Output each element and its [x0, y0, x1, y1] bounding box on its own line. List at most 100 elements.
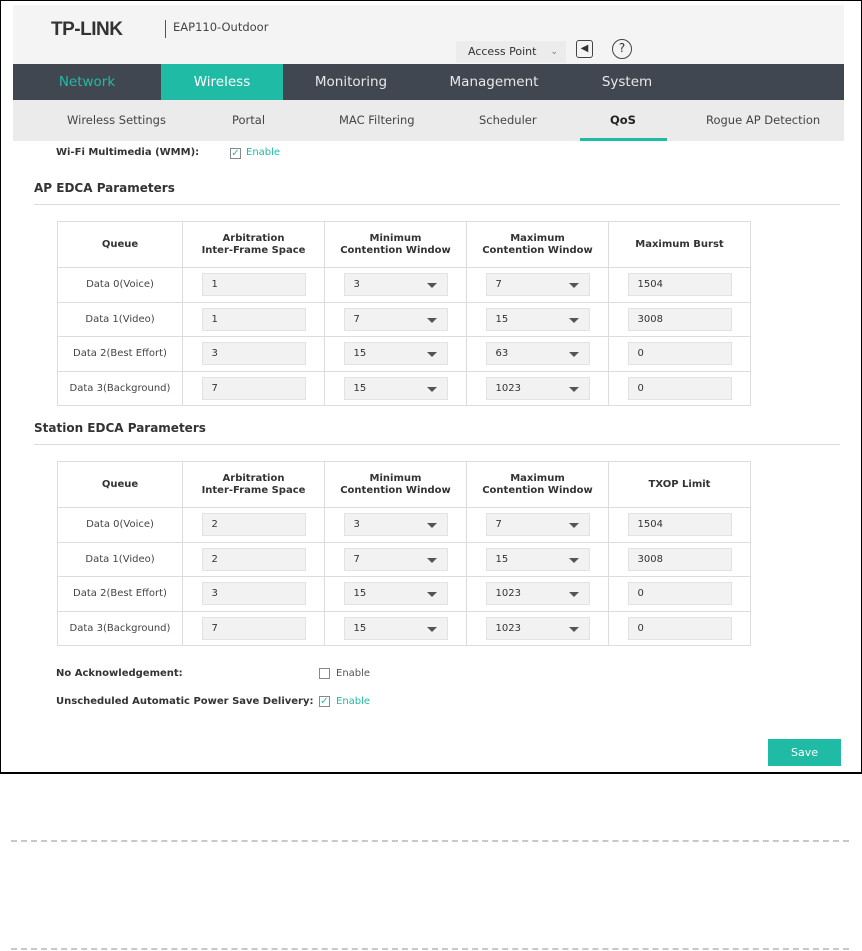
table-cell: 2 [182, 541, 325, 577]
dropdown-arrow-icon [426, 592, 437, 598]
dropdown-arrow-icon [426, 283, 437, 289]
subtab-portal[interactable]: Portal [232, 113, 265, 127]
tab-wireless[interactable]: Wireless [161, 64, 283, 100]
aifs-input[interactable]: 7 [201, 376, 306, 400]
min-cw-select[interactable]: 15 [343, 582, 448, 606]
aifs-input[interactable]: 3 [201, 342, 306, 366]
txop-limit-input[interactable]: 1504 [627, 513, 732, 537]
subtab-mac-filtering[interactable]: MAC Filtering [339, 113, 415, 127]
divider [34, 444, 840, 445]
aifs-input[interactable]: 1 [201, 273, 306, 297]
dropdown-arrow-icon [568, 317, 579, 323]
tab-monitoring[interactable]: Monitoring [283, 64, 419, 100]
max-cw-select[interactable]: 63 [485, 342, 590, 366]
table-row: Data 2(Best Effort) 3 15 1023 0 [57, 576, 751, 612]
wmm-checkbox[interactable]: ✓ [230, 148, 241, 159]
no-ack-label: No Acknowledgement: [56, 668, 183, 679]
divider [11, 948, 849, 950]
max-burst-input[interactable]: 0 [627, 376, 732, 400]
subtab-wireless-settings[interactable]: Wireless Settings [67, 113, 166, 127]
ap-edca-table: Queue Arbitration Inter-Frame Space Minimu… [57, 221, 751, 406]
field-value: 0 [637, 348, 644, 360]
txop-limit-input[interactable]: 0 [627, 616, 732, 640]
max-cw-select[interactable]: 15 [485, 307, 590, 331]
help-icon[interactable]: ? [612, 39, 632, 59]
column-header: Minimum Contention Window [324, 461, 467, 508]
max-burst-input[interactable]: 3008 [627, 307, 732, 331]
field-value: 7 [353, 553, 360, 565]
min-cw-select[interactable]: 3 [343, 273, 448, 297]
mode-select[interactable]: Access Point ⌄ [456, 41, 566, 63]
min-cw-select[interactable]: 15 [343, 616, 448, 640]
max-cw-select[interactable]: 1023 [485, 616, 590, 640]
tab-management[interactable]: Management [419, 64, 569, 100]
min-cw-select[interactable]: 7 [343, 547, 448, 571]
table-cell: 0 [608, 576, 751, 612]
wmm-label: Wi-Fi Multimedia (WMM): [56, 147, 200, 158]
max-cw-select[interactable]: 7 [485, 513, 590, 537]
field-value: 0 [637, 622, 644, 634]
field-value: 3 [211, 588, 218, 600]
station-edca-table: Queue Arbitration Inter-Frame Space Minimu… [57, 461, 751, 646]
aifs-input[interactable]: 1 [201, 307, 306, 331]
field-value: 7 [353, 313, 360, 325]
field-value: 0 [637, 382, 644, 394]
subtab-qos[interactable]: QoS [610, 113, 636, 127]
max-cw-select[interactable]: 7 [485, 273, 590, 297]
min-cw-select[interactable]: 7 [343, 307, 448, 331]
field-value: 15 [495, 553, 509, 565]
field-value: 3 [211, 348, 218, 360]
dropdown-arrow-icon [568, 386, 579, 392]
no-ack-checkbox[interactable] [319, 668, 330, 679]
table-header-row: Queue Arbitration Inter-Frame Space Minimu… [57, 221, 751, 268]
aifs-input[interactable]: 7 [201, 616, 306, 640]
field-value: 15 [353, 588, 367, 600]
aifs-input[interactable]: 2 [201, 547, 306, 571]
save-button[interactable]: Save [768, 739, 841, 766]
table-cell: 0 [608, 370, 751, 406]
table-cell: 15 [324, 336, 467, 372]
table-header-row: Queue Arbitration Inter-Frame Space Minimu… [57, 461, 751, 508]
active-subtab-indicator [580, 138, 667, 141]
max-cw-select[interactable]: 15 [485, 547, 590, 571]
tab-system[interactable]: System [569, 64, 685, 100]
dropdown-arrow-icon [426, 317, 437, 323]
max-cw-select[interactable]: 1023 [485, 582, 590, 606]
dropdown-arrow-icon [426, 352, 437, 358]
txop-limit-input[interactable]: 3008 [627, 547, 732, 571]
tab-network[interactable]: Network [13, 64, 161, 100]
uapsd-checkbox[interactable]: ✓ [319, 696, 330, 707]
table-cell: 7 [182, 370, 325, 406]
min-cw-select[interactable]: 15 [343, 342, 448, 366]
mode-value: Access Point [468, 45, 537, 58]
sub-nav: Wireless Settings Portal MAC Filtering S… [13, 100, 844, 141]
min-cw-select[interactable]: 15 [343, 376, 448, 400]
column-header: Maximum Contention Window [466, 461, 609, 508]
max-burst-input[interactable]: 0 [627, 342, 732, 366]
table-row: Data 0(Voice) 1 3 7 1504 [57, 267, 751, 303]
table-cell: 3 [182, 576, 325, 612]
column-header: Minimum Contention Window [324, 221, 467, 268]
min-cw-select[interactable]: 3 [343, 513, 448, 537]
table-cell: 1504 [608, 267, 751, 303]
table-cell: 3 [324, 267, 467, 303]
logout-icon[interactable]: ◀ [576, 40, 593, 58]
uapsd-label: Unscheduled Automatic Power Save Deliver… [56, 696, 314, 707]
no-ack-enable-label: Enable [336, 668, 371, 679]
aifs-input[interactable]: 2 [201, 513, 306, 537]
field-value: 7 [211, 622, 218, 634]
max-cw-select[interactable]: 1023 [485, 376, 590, 400]
max-burst-input[interactable]: 1504 [627, 273, 732, 297]
table-cell: 1504 [608, 507, 751, 543]
subtab-rogue-ap-detection[interactable]: Rogue AP Detection [706, 113, 820, 127]
txop-limit-input[interactable]: 0 [627, 582, 732, 606]
table-cell: 1 [182, 301, 325, 337]
table-cell: 1023 [466, 610, 609, 646]
table-cell: 0 [608, 610, 751, 646]
queue-name: Data 0(Voice) [57, 267, 183, 303]
table-cell: 3 [324, 507, 467, 543]
aifs-input[interactable]: 3 [201, 582, 306, 606]
table-cell: 3008 [608, 301, 751, 337]
field-value: 3008 [637, 313, 663, 325]
subtab-scheduler[interactable]: Scheduler [479, 113, 537, 127]
